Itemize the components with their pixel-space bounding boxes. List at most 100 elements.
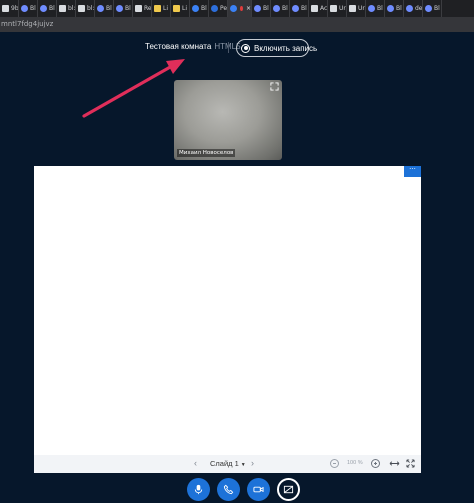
zoom-level: 100 % <box>347 460 363 466</box>
tab-title: Bl <box>201 5 207 12</box>
webcam-tile[interactable]: Михаил Новоселов <box>174 80 282 160</box>
browser-tab[interactable]: Bl <box>252 0 271 17</box>
favicon-icon <box>211 5 218 12</box>
tab-title: Li <box>182 5 188 12</box>
browser-tab[interactable]: Bl <box>423 0 442 17</box>
favicon-icon <box>406 5 413 12</box>
browser-tab-strip: 9b Bl Bl bl: bl: Bl Bl Re Li Li Bl Pe × Bl Bl Bl Ac Ur Ur B… <box>0 0 474 17</box>
video-camera-icon <box>253 486 264 493</box>
tab-title: Bl <box>434 5 440 12</box>
zoom-in-icon[interactable] <box>371 459 380 468</box>
favicon-icon <box>387 5 394 12</box>
favicon-icon <box>59 5 66 12</box>
tab-title: Bl <box>106 5 112 12</box>
browser-tab[interactable]: Li <box>152 0 171 17</box>
browser-tab[interactable]: Bl <box>366 0 385 17</box>
browser-tab[interactable]: Bl <box>190 0 209 17</box>
microphone-icon <box>194 484 203 495</box>
browser-tab[interactable]: 9b <box>0 0 19 17</box>
favicon-icon <box>273 5 280 12</box>
favicon-icon <box>292 5 299 12</box>
room-title: Тестовая комнатаHTML5 <box>145 42 241 51</box>
room-name: Тестовая комната <box>145 42 212 51</box>
favicon-icon <box>254 5 261 12</box>
presentation-slide: ··· <box>34 166 421 455</box>
presentation-toolbar: ‹ Слайд 1 ▼ › 100 % <box>34 455 421 473</box>
slide-label: Слайд 1 <box>210 459 239 468</box>
tab-title: Ac <box>320 5 327 12</box>
screen-share-icon <box>283 485 294 494</box>
favicon-icon <box>173 5 180 12</box>
browser-tab[interactable]: Bl <box>385 0 404 17</box>
tab-title: bl: <box>87 5 94 12</box>
tab-title: Re <box>144 5 151 12</box>
browser-tab[interactable]: bl: <box>57 0 76 17</box>
tab-title: Ur <box>358 5 365 12</box>
next-slide-button[interactable]: › <box>251 458 254 468</box>
phone-button[interactable] <box>217 478 240 501</box>
browser-tab[interactable]: Ur <box>347 0 366 17</box>
video-camera-button[interactable] <box>247 478 270 501</box>
browser-tab-active[interactable]: × <box>228 0 252 17</box>
recording-indicator-icon <box>240 6 243 11</box>
tab-title: Bl <box>377 5 383 12</box>
record-button[interactable]: Включить запись <box>236 39 317 57</box>
tab-title: Bl <box>49 5 55 12</box>
screen-share-button[interactable] <box>277 478 300 501</box>
browser-tab[interactable]: Re <box>133 0 152 17</box>
favicon-icon <box>116 5 123 12</box>
previous-slide-button[interactable]: ‹ <box>194 458 197 468</box>
chevron-down-icon: ▼ <box>240 462 246 468</box>
browser-tab[interactable]: Ur <box>328 0 347 17</box>
browser-tab[interactable]: Pe <box>209 0 228 17</box>
fit-width-icon[interactable] <box>389 459 400 468</box>
phone-icon <box>223 484 234 495</box>
favicon-icon <box>21 5 28 12</box>
favicon-icon <box>349 5 356 12</box>
header-divider <box>228 42 229 53</box>
tab-title: Bl <box>396 5 402 12</box>
slide-selector[interactable]: Слайд 1 ▼ <box>210 459 246 468</box>
tab-title: 9b <box>11 5 18 12</box>
tab-title: Pe <box>220 5 227 12</box>
zoom-out-icon[interactable] <box>330 459 339 468</box>
favicon-icon <box>135 5 142 12</box>
browser-tab[interactable]: Bl <box>95 0 114 17</box>
favicon-icon <box>368 5 375 12</box>
favicon-icon <box>40 5 47 12</box>
favicon-icon <box>425 5 432 12</box>
close-tab-icon[interactable]: × <box>246 5 251 12</box>
tab-title: Ur <box>339 5 346 12</box>
favicon-icon <box>97 5 104 12</box>
favicon-icon <box>2 5 9 12</box>
presentation-menu-button[interactable]: ··· <box>404 166 421 177</box>
favicon-icon <box>230 5 237 12</box>
tab-title: Bl <box>125 5 131 12</box>
favicon-icon <box>154 5 161 12</box>
tab-title: Li <box>163 5 169 12</box>
record-label: Включить запись <box>254 43 318 53</box>
browser-tab[interactable]: Bl <box>290 0 309 17</box>
address-bar[interactable]: mntl7fdg4jujvz <box>0 17 474 32</box>
browser-tab[interactable]: Ac <box>309 0 328 17</box>
expand-icon[interactable] <box>270 82 279 91</box>
favicon-icon <box>78 5 85 12</box>
browser-tab[interactable]: Bl <box>19 0 38 17</box>
browser-tab[interactable]: Bl <box>271 0 290 17</box>
tab-title: Bl <box>30 5 36 12</box>
tab-title: bl: <box>68 5 75 12</box>
favicon-icon <box>330 5 337 12</box>
browser-tab[interactable]: Bl <box>38 0 57 17</box>
webcam-user-name: Михаил Новоселов <box>177 149 236 157</box>
fullscreen-icon[interactable] <box>406 459 415 468</box>
favicon-icon <box>192 5 199 12</box>
browser-tab[interactable]: bl: <box>76 0 95 17</box>
microphone-button[interactable] <box>187 478 210 501</box>
tab-title: Bl <box>263 5 269 12</box>
browser-tab[interactable]: de <box>404 0 423 17</box>
tab-title: Bl <box>282 5 288 12</box>
browser-tab[interactable]: Bl <box>114 0 133 17</box>
browser-tab[interactable]: Li <box>171 0 190 17</box>
tab-title: de <box>415 5 422 12</box>
tab-title: Bl <box>301 5 307 12</box>
